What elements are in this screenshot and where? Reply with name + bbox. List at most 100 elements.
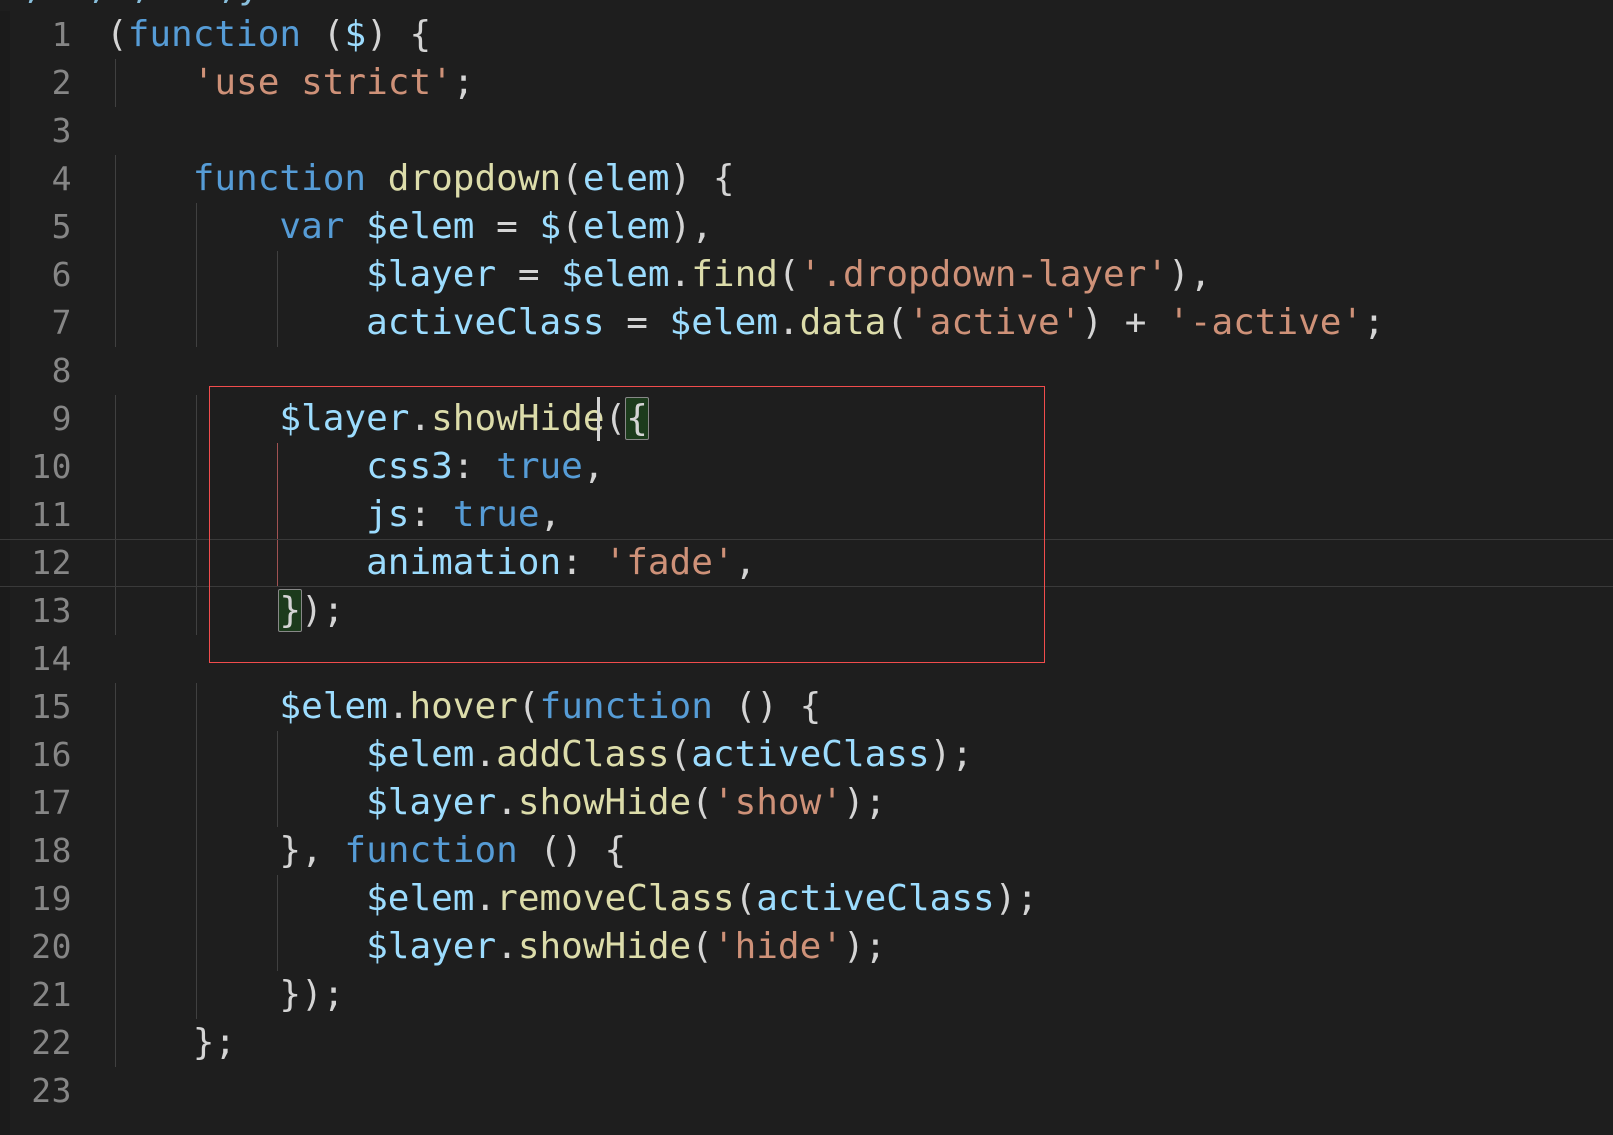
code-token: css3 (366, 446, 453, 487)
code-line-row[interactable]: 15 $elem.hover(function () { (0, 683, 1613, 731)
code-token: . (474, 878, 497, 919)
code-line-row[interactable]: 6 $layer = $elem.find('.dropdown-layer')… (0, 251, 1613, 299)
code-token: '.dropdown-layer' (799, 254, 1169, 295)
line-number: 22 (31, 1023, 72, 1062)
code-line-text[interactable]: $layer.showHide({ (106, 395, 649, 443)
code-token: function (539, 686, 713, 727)
code-line-row[interactable]: 23 (0, 1067, 1613, 1115)
scrolled-off-line-sliver: l;li, ; t,y . (0, 0, 1613, 11)
line-number: 6 (51, 255, 72, 294)
code-line-row[interactable]: 9 $layer.showHide({ (0, 395, 1613, 443)
code-line-row[interactable]: 12 animation: 'fade', (0, 539, 1613, 587)
code-line-row[interactable]: 2 'use strict'; (0, 59, 1613, 107)
code-line-row[interactable]: 13 }); (0, 587, 1613, 635)
code-line-text[interactable]: $layer.showHide('hide'); (106, 923, 886, 971)
code-token: addClass (496, 734, 670, 775)
code-token: ( (777, 254, 800, 295)
code-token: data (799, 302, 887, 343)
line-number: 15 (31, 687, 72, 726)
code-line-row[interactable]: 11 js: true, (0, 491, 1613, 539)
code-token: ( (106, 14, 128, 55)
code-line-text[interactable]: js: true, (106, 491, 561, 539)
code-token: }; (106, 1022, 237, 1063)
code-token: () { (517, 830, 627, 871)
code-line-row[interactable]: 4 function dropdown(elem) { (0, 155, 1613, 203)
code-line-row[interactable]: 17 $layer.showHide('show'); (0, 779, 1613, 827)
code-token: $layer (366, 782, 497, 823)
code-line-row[interactable]: 7 activeClass = $elem.data('active') + '… (0, 299, 1613, 347)
code-line-row[interactable]: 5 var $elem = $(elem), (0, 203, 1613, 251)
code-token: elem (582, 206, 670, 247)
line-number: 21 (31, 975, 72, 1014)
code-line-row[interactable]: 19 $elem.removeClass(activeClass); (0, 875, 1613, 923)
code-token: ( (734, 878, 757, 919)
code-line-text[interactable]: var $elem = $(elem), (106, 203, 713, 251)
code-token: ), (1168, 254, 1212, 295)
code-line-text[interactable]: animation: 'fade', (106, 539, 756, 587)
code-token: 'use strict' (192, 62, 453, 103)
code-token: , (734, 542, 757, 583)
code-line-text[interactable]: (function ($) { (106, 11, 431, 59)
code-token: , (539, 494, 562, 535)
code-line-text[interactable]: }; (106, 1019, 236, 1067)
code-token: ( (517, 686, 540, 727)
code-line-row[interactable]: 1 (function ($) { (0, 11, 1613, 59)
code-line-text[interactable]: }); (106, 971, 344, 1019)
code-token: ); (301, 590, 345, 631)
code-editor[interactable]: 1 (function ($) {2 'use strict'; 3 4 functi… (0, 0, 1613, 1135)
code-token: $ (539, 206, 562, 247)
code-token: }, (106, 830, 345, 871)
line-number: 3 (51, 111, 72, 150)
code-token: ); (994, 878, 1039, 919)
code-token: 'active' (908, 302, 1082, 343)
code-token: activeClass (756, 878, 995, 919)
code-token: . (496, 782, 518, 823)
code-token: ); (842, 926, 887, 967)
code-token: true (496, 446, 583, 487)
code-line-text[interactable]: $elem.addClass(activeClass); (106, 731, 973, 779)
code-token: function (344, 830, 518, 871)
code-line-text[interactable]: 'use strict'; (106, 59, 475, 107)
code-token: function (192, 158, 367, 199)
code-token: activeClass (366, 302, 605, 343)
code-line-text[interactable]: }, function () { (106, 827, 626, 875)
line-number: 17 (31, 783, 72, 822)
code-line-text[interactable]: }); (106, 587, 344, 635)
code-line-text[interactable]: $layer = $elem.find('.dropdown-layer'), (106, 251, 1211, 299)
code-token: $elem (366, 734, 475, 775)
code-token: = (496, 254, 562, 295)
code-token: activeClass (691, 734, 930, 775)
code-line-row[interactable]: 10 css3: true, (0, 443, 1613, 491)
code-token: $elem (366, 206, 475, 247)
code-line-text[interactable]: $elem.removeClass(activeClass); (106, 875, 1038, 923)
code-line-text[interactable]: $layer.showHide('show'); (106, 779, 886, 827)
code-line-text[interactable]: css3: true, (106, 443, 604, 491)
code-line-row[interactable]: 18 }, function () { (0, 827, 1613, 875)
code-token: dropdown (387, 158, 562, 199)
code-token: true (452, 494, 540, 535)
code-line-row[interactable]: 8 (0, 347, 1613, 395)
code-line-text[interactable]: function dropdown(elem) { (106, 155, 735, 203)
code-line-row[interactable]: 20 $layer.showHide('hide'); (0, 923, 1613, 971)
code-line-row[interactable]: 14 (0, 635, 1613, 683)
code-token: removeClass (496, 878, 735, 919)
code-line-text[interactable]: $elem.hover(function () { (106, 683, 821, 731)
line-number: 11 (31, 495, 72, 534)
code-line-row[interactable]: 16 $elem.addClass(activeClass); (0, 731, 1613, 779)
code-token: : (409, 494, 453, 535)
code-rows-container[interactable]: 1 (function ($) {2 'use strict'; 3 4 functi… (0, 11, 1613, 1115)
code-line-row[interactable]: 21 }); (0, 971, 1613, 1019)
code-line-row[interactable]: 3 (0, 107, 1613, 155)
code-line-row[interactable]: 22 }; (0, 1019, 1613, 1067)
code-token: . (669, 254, 692, 295)
code-token: ), (669, 206, 713, 247)
code-line-text[interactable]: activeClass = $elem.data('active') + '-a… (106, 299, 1385, 347)
code-token: ; (1363, 302, 1385, 343)
